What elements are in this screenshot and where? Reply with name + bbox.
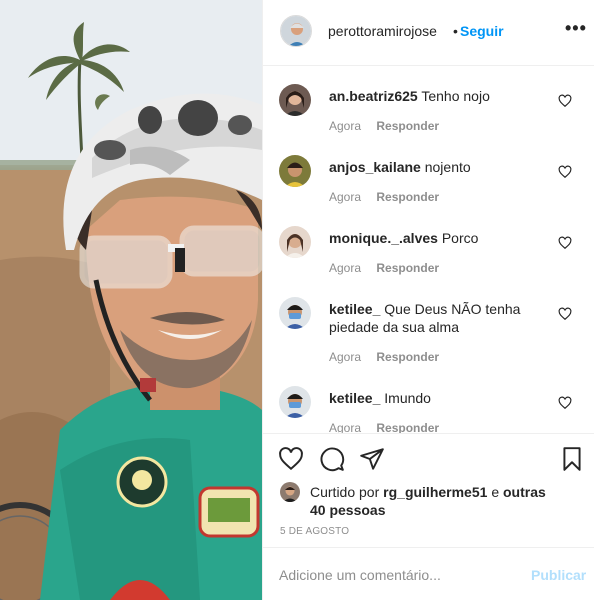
more-options-icon[interactable]: •••	[565, 18, 587, 39]
avatar[interactable]	[279, 226, 311, 258]
comment-username[interactable]: anjos_kailane	[329, 159, 421, 175]
heart-icon[interactable]	[558, 396, 572, 410]
comment-text: monique._.alves Porco	[329, 229, 549, 247]
comment-text: ketilee_ Imundo	[329, 389, 549, 407]
comment-text: anjos_kailane nojento	[329, 158, 549, 176]
post-header: perottoramirojose • Seguir •••	[263, 0, 594, 66]
comment-username[interactable]: an.beatriz625	[329, 88, 418, 104]
comment-meta: Agora Responder	[329, 261, 451, 275]
post-actions: Curtido por rg_guilherme51 e outras 40 p…	[263, 433, 594, 547]
avatar[interactable]	[279, 84, 311, 116]
comment-time: Agora	[329, 119, 362, 133]
comment-username[interactable]: monique._.alves	[329, 230, 438, 246]
reply-button[interactable]: Responder	[376, 350, 439, 364]
heart-icon[interactable]	[558, 236, 572, 250]
comment-meta: Agora Responder	[329, 421, 451, 433]
reply-button[interactable]: Responder	[376, 190, 439, 204]
comment-text: an.beatriz625 Tenho nojo	[329, 87, 549, 105]
post-photo	[0, 0, 262, 600]
liker-username[interactable]: rg_guilherme51	[383, 484, 487, 500]
liker-avatar[interactable]	[280, 482, 300, 502]
separator-dot: •	[453, 23, 458, 39]
reply-button[interactable]: Responder	[376, 119, 439, 133]
comment-body: Imundo	[384, 390, 431, 406]
heart-icon[interactable]	[278, 446, 304, 472]
bookmark-icon[interactable]	[559, 446, 585, 472]
comment-meta: Agora Responder	[329, 119, 451, 133]
comment-time: Agora	[329, 350, 362, 364]
comment-input[interactable]	[279, 564, 519, 586]
follow-button[interactable]: Seguir	[460, 23, 504, 39]
comment-body: Porco	[441, 230, 479, 246]
heart-icon[interactable]	[558, 307, 572, 321]
liked-by-text: Curtido por rg_guilherme51 e outras 40 p…	[310, 483, 550, 519]
comment-time: Agora	[329, 190, 362, 204]
reply-button[interactable]: Responder	[376, 421, 439, 433]
add-comment-bar: Publicar	[263, 547, 594, 600]
avatar[interactable]	[279, 155, 311, 187]
post-date[interactable]: 5 DE AGOSTO	[280, 526, 349, 537]
avatar[interactable]	[279, 297, 311, 329]
comment-time: Agora	[329, 261, 362, 275]
comment-body: nojento	[424, 159, 471, 175]
liked-by-prefix: Curtido por	[310, 484, 380, 500]
comments-list[interactable]: an.beatriz625 Tenho nojo Agora Responder…	[263, 67, 594, 433]
heart-icon[interactable]	[558, 165, 572, 179]
share-icon[interactable]	[359, 446, 385, 472]
comment-time: Agora	[329, 421, 362, 433]
comment-icon[interactable]	[319, 446, 345, 472]
cyclist-selfie-image	[0, 0, 262, 600]
comment-meta: Agora Responder	[329, 190, 451, 204]
liked-by-connector: e	[491, 484, 500, 500]
publish-button[interactable]: Publicar	[531, 567, 586, 583]
author-username[interactable]: perottoramirojose	[328, 23, 437, 39]
comment-username[interactable]: ketilee_	[329, 390, 380, 406]
comment-body: Tenho nojo	[421, 88, 490, 104]
comment-text: ketilee_ Que Deus NÃO tenha piedade da s…	[329, 300, 549, 336]
reply-button[interactable]: Responder	[376, 261, 439, 275]
author-avatar[interactable]	[280, 15, 312, 47]
avatar[interactable]	[279, 386, 311, 418]
heart-icon[interactable]	[558, 94, 572, 108]
comment-username[interactable]: ketilee_	[329, 301, 380, 317]
comment-meta: Agora Responder	[329, 350, 451, 364]
post-side-panel: perottoramirojose • Seguir ••• an.beatri…	[262, 0, 594, 600]
